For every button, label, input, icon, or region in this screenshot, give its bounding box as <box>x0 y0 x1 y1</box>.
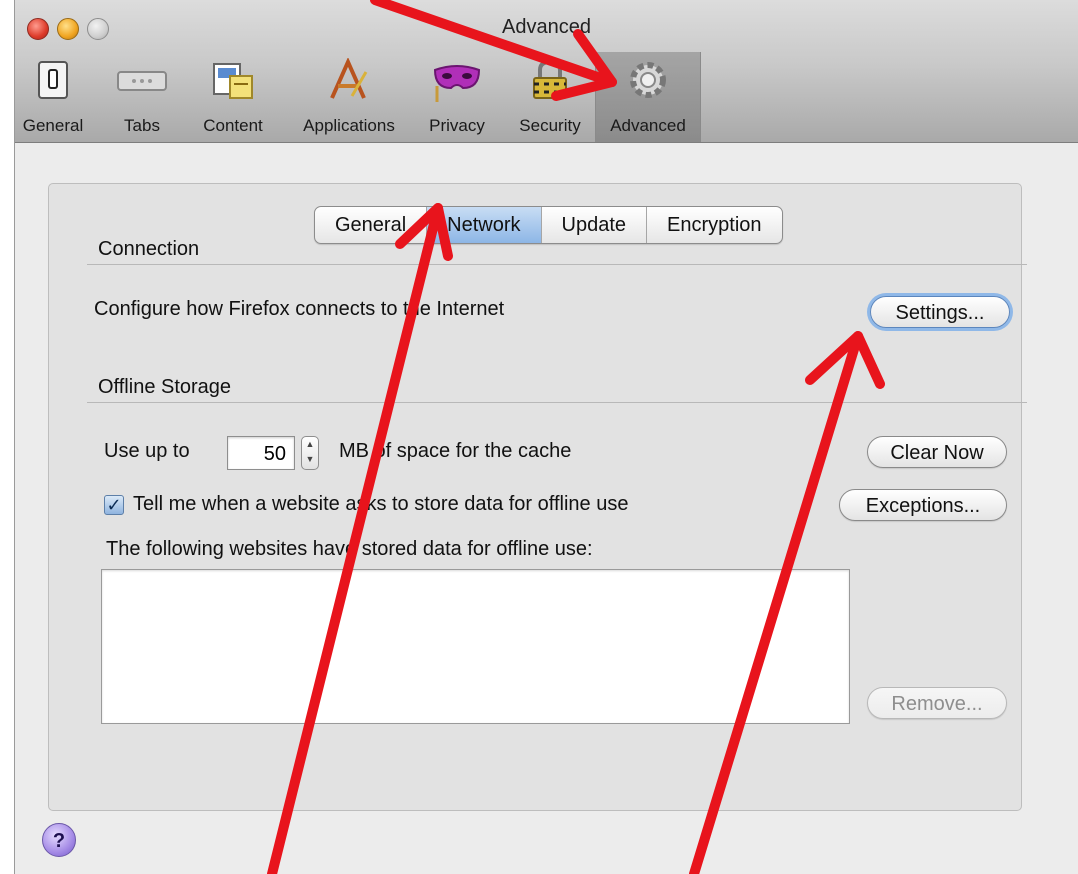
mask-icon <box>433 65 481 102</box>
connection-divider <box>87 264 1027 265</box>
padlock-icon <box>533 59 567 99</box>
cache-suffix-label: MB of space for the cache <box>339 440 572 462</box>
advanced-subtabs: General Network Update Encryption <box>314 206 783 244</box>
content-icon <box>213 63 253 99</box>
tab-encryption[interactable]: Encryption <box>647 207 782 243</box>
toolbar-general[interactable]: General <box>7 52 99 142</box>
toolbar-applications[interactable]: Applications <box>287 52 411 142</box>
toolbar-advanced[interactable]: Advanced <box>595 52 701 142</box>
offline-storage-heading: Offline Storage <box>98 376 232 398</box>
cache-size-input[interactable]: 50 <box>227 436 295 470</box>
tab-update[interactable]: Update <box>542 207 648 243</box>
tabs-icon <box>117 71 167 91</box>
advanced-panel: General Network Update Encryption Connec… <box>48 183 1027 811</box>
clear-now-button[interactable]: Clear Now <box>867 436 1007 468</box>
applications-icon <box>330 58 368 99</box>
toolbar-security-label: Security <box>519 116 581 135</box>
help-button[interactable]: ? <box>42 823 76 857</box>
tab-network[interactable]: Network <box>427 207 542 243</box>
toolbar-content[interactable]: Content <box>185 52 281 142</box>
stored-sites-label: The following websites have stored data … <box>106 538 593 560</box>
preferences-content: General Network Update Encryption Connec… <box>15 143 1078 874</box>
preferences-window: Advanced General Tabs Content Applicatio… <box>14 0 1078 874</box>
toolbar-general-label: General <box>22 116 84 135</box>
offline-divider <box>87 402 1027 403</box>
window-title: Advanced <box>502 16 591 38</box>
tell-me-label: Tell me when a website asks to store dat… <box>133 493 629 515</box>
toolbar-privacy[interactable]: Privacy <box>415 52 499 142</box>
tab-general[interactable]: General <box>315 207 428 243</box>
exceptions-button[interactable]: Exceptions... <box>839 489 1007 521</box>
toolbar-tabs[interactable]: Tabs <box>105 52 179 142</box>
toolbar-tabs-label: Tabs <box>124 116 160 135</box>
toolbar-privacy-label: Privacy <box>429 116 485 135</box>
toolbar-content-label: Content <box>203 116 263 135</box>
toolbar-applications-label: Applications <box>303 116 395 135</box>
toolbar-advanced-label: Advanced <box>610 116 686 135</box>
tell-me-checkbox[interactable]: ✓ <box>104 495 124 515</box>
connection-description: Configure how Firefox connects to the In… <box>94 298 505 320</box>
use-up-to-label: Use up to <box>104 440 190 462</box>
gear-icon <box>630 62 666 98</box>
toolbar-security[interactable]: Security <box>503 52 597 142</box>
cache-size-stepper[interactable]: ▲ ▼ <box>301 436 319 470</box>
title-bar: Advanced General Tabs Content Applicatio… <box>15 0 1078 143</box>
offline-sites-list[interactable] <box>101 569 850 724</box>
switch-icon <box>38 61 68 99</box>
connection-settings-button[interactable]: Settings... <box>870 296 1010 328</box>
remove-button[interactable]: Remove... <box>867 687 1007 719</box>
connection-heading: Connection <box>98 238 200 260</box>
